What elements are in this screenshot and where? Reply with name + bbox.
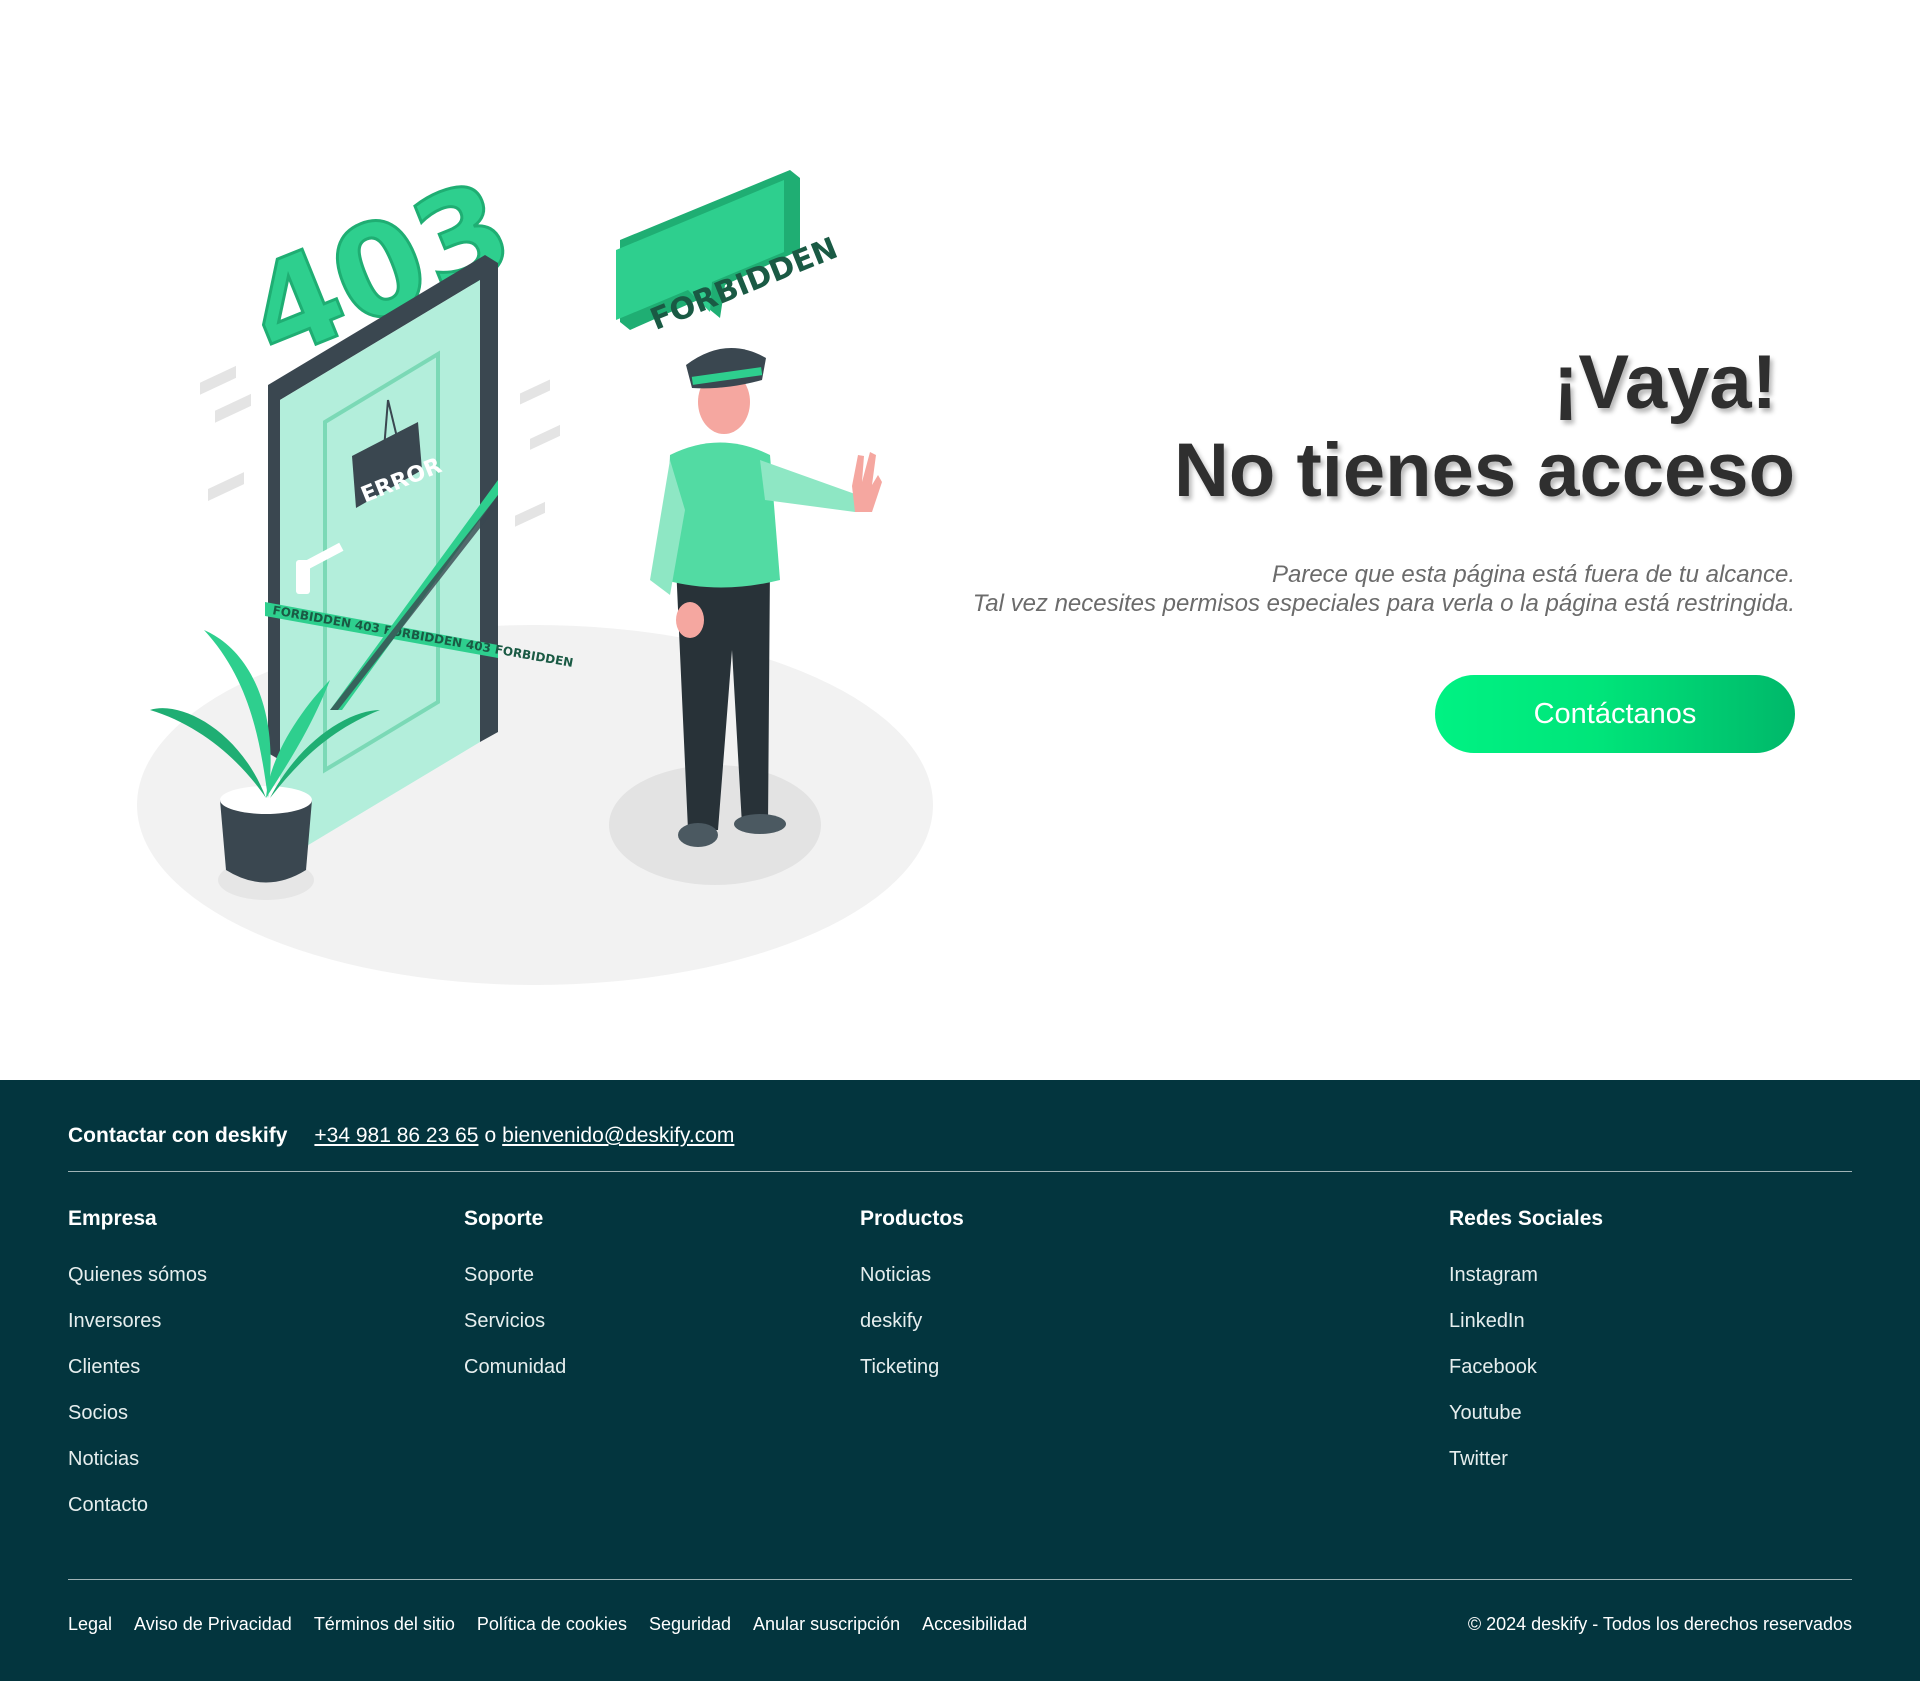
phone-link[interactable]: +34 981 86 23 65 (314, 1124, 478, 1148)
column-title: Productos (860, 1207, 964, 1230)
footer-link[interactable]: Soporte (464, 1252, 566, 1298)
footer-link[interactable]: LinkedIn (1449, 1298, 1603, 1344)
footer-column-empresa: Empresa Quienes sómos Inversores Cliente… (68, 1207, 207, 1528)
terms-link[interactable]: Términos del sitio (314, 1614, 455, 1635)
privacy-link[interactable]: Aviso de Privacidad (134, 1614, 292, 1635)
accessibility-link[interactable]: Accesibilidad (922, 1614, 1027, 1635)
footer-link[interactable]: Contacto (68, 1482, 207, 1528)
footer-link[interactable]: Twitter (1449, 1436, 1603, 1482)
page-title: ¡Vaya! No tienes acceso (895, 340, 1795, 516)
forbidden-403-illustration: 403 ERROR FORBIDDEN 403 FORBIDDEN 403 FO… (137, 151, 933, 985)
footer-link[interactable]: Quienes sómos (68, 1252, 207, 1298)
subtitle: Parece que esta página está fuera de tu … (895, 560, 1795, 618)
footer-link[interactable]: Instagram (1449, 1252, 1603, 1298)
legal-links: Legal Aviso de Privacidad Términos del s… (68, 1614, 1027, 1635)
cookies-link[interactable]: Política de cookies (477, 1614, 627, 1635)
security-link[interactable]: Seguridad (649, 1614, 731, 1635)
subtitle-line-2: Tal vez necesites permisos especiales pa… (972, 590, 1795, 617)
footer-link[interactable]: Inversores (68, 1298, 207, 1344)
hero-section: 403 ERROR FORBIDDEN 403 FORBIDDEN 403 FO… (0, 0, 1920, 1080)
footer-divider-bottom (68, 1579, 1852, 1580)
hero-text: ¡Vaya! No tienes acceso Parece que esta … (895, 340, 1795, 753)
contact-button[interactable]: Contáctanos (1435, 675, 1795, 753)
column-title: Redes Sociales (1449, 1207, 1604, 1230)
footer-link[interactable]: deskify (860, 1298, 964, 1344)
email-link[interactable]: bienvenido@deskify.com (502, 1124, 734, 1148)
footer-link[interactable]: Noticias (860, 1252, 964, 1298)
footer-link[interactable]: Clientes (68, 1344, 207, 1390)
unsubscribe-link[interactable]: Anular suscripción (753, 1614, 900, 1635)
contact-separator: o (484, 1124, 497, 1147)
column-title: Soporte (464, 1207, 544, 1230)
title-line-2: No tienes acceso (1174, 428, 1795, 513)
footer-link[interactable]: Facebook (1449, 1344, 1603, 1390)
legal-link[interactable]: Legal (68, 1614, 112, 1635)
footer-column-redes-sociales: Redes Sociales Instagram LinkedIn Facebo… (1449, 1207, 1603, 1482)
footer-divider-top (68, 1171, 1852, 1172)
footer-link[interactable]: Comunidad (464, 1344, 566, 1390)
column-title: Empresa (68, 1207, 157, 1230)
footer-link[interactable]: Noticias (68, 1436, 207, 1482)
footer-link[interactable]: Youtube (1449, 1390, 1603, 1436)
footer-column-productos: Productos Noticias deskify Ticketing (860, 1207, 964, 1390)
title-line-1: ¡Vaya! (1553, 340, 1777, 425)
copyright: © 2024 deskify - Todos los derechos rese… (1467, 1614, 1852, 1634)
footer-link[interactable]: Servicios (464, 1298, 566, 1344)
contact-row: Contactar con deskify +34 981 86 23 65 o… (68, 1124, 734, 1148)
footer-bottom-row: Legal Aviso de Privacidad Términos del s… (68, 1614, 1852, 1635)
footer-column-soporte: Soporte Soporte Servicios Comunidad (464, 1207, 566, 1390)
footer-link[interactable]: Ticketing (860, 1344, 964, 1390)
subtitle-line-1: Parece que esta página está fuera de tu … (1271, 561, 1795, 588)
site-footer: Contactar con deskify +34 981 86 23 65 o… (0, 1080, 1920, 1681)
contact-title: Contactar con deskify (68, 1124, 288, 1147)
footer-link[interactable]: Socios (68, 1390, 207, 1436)
